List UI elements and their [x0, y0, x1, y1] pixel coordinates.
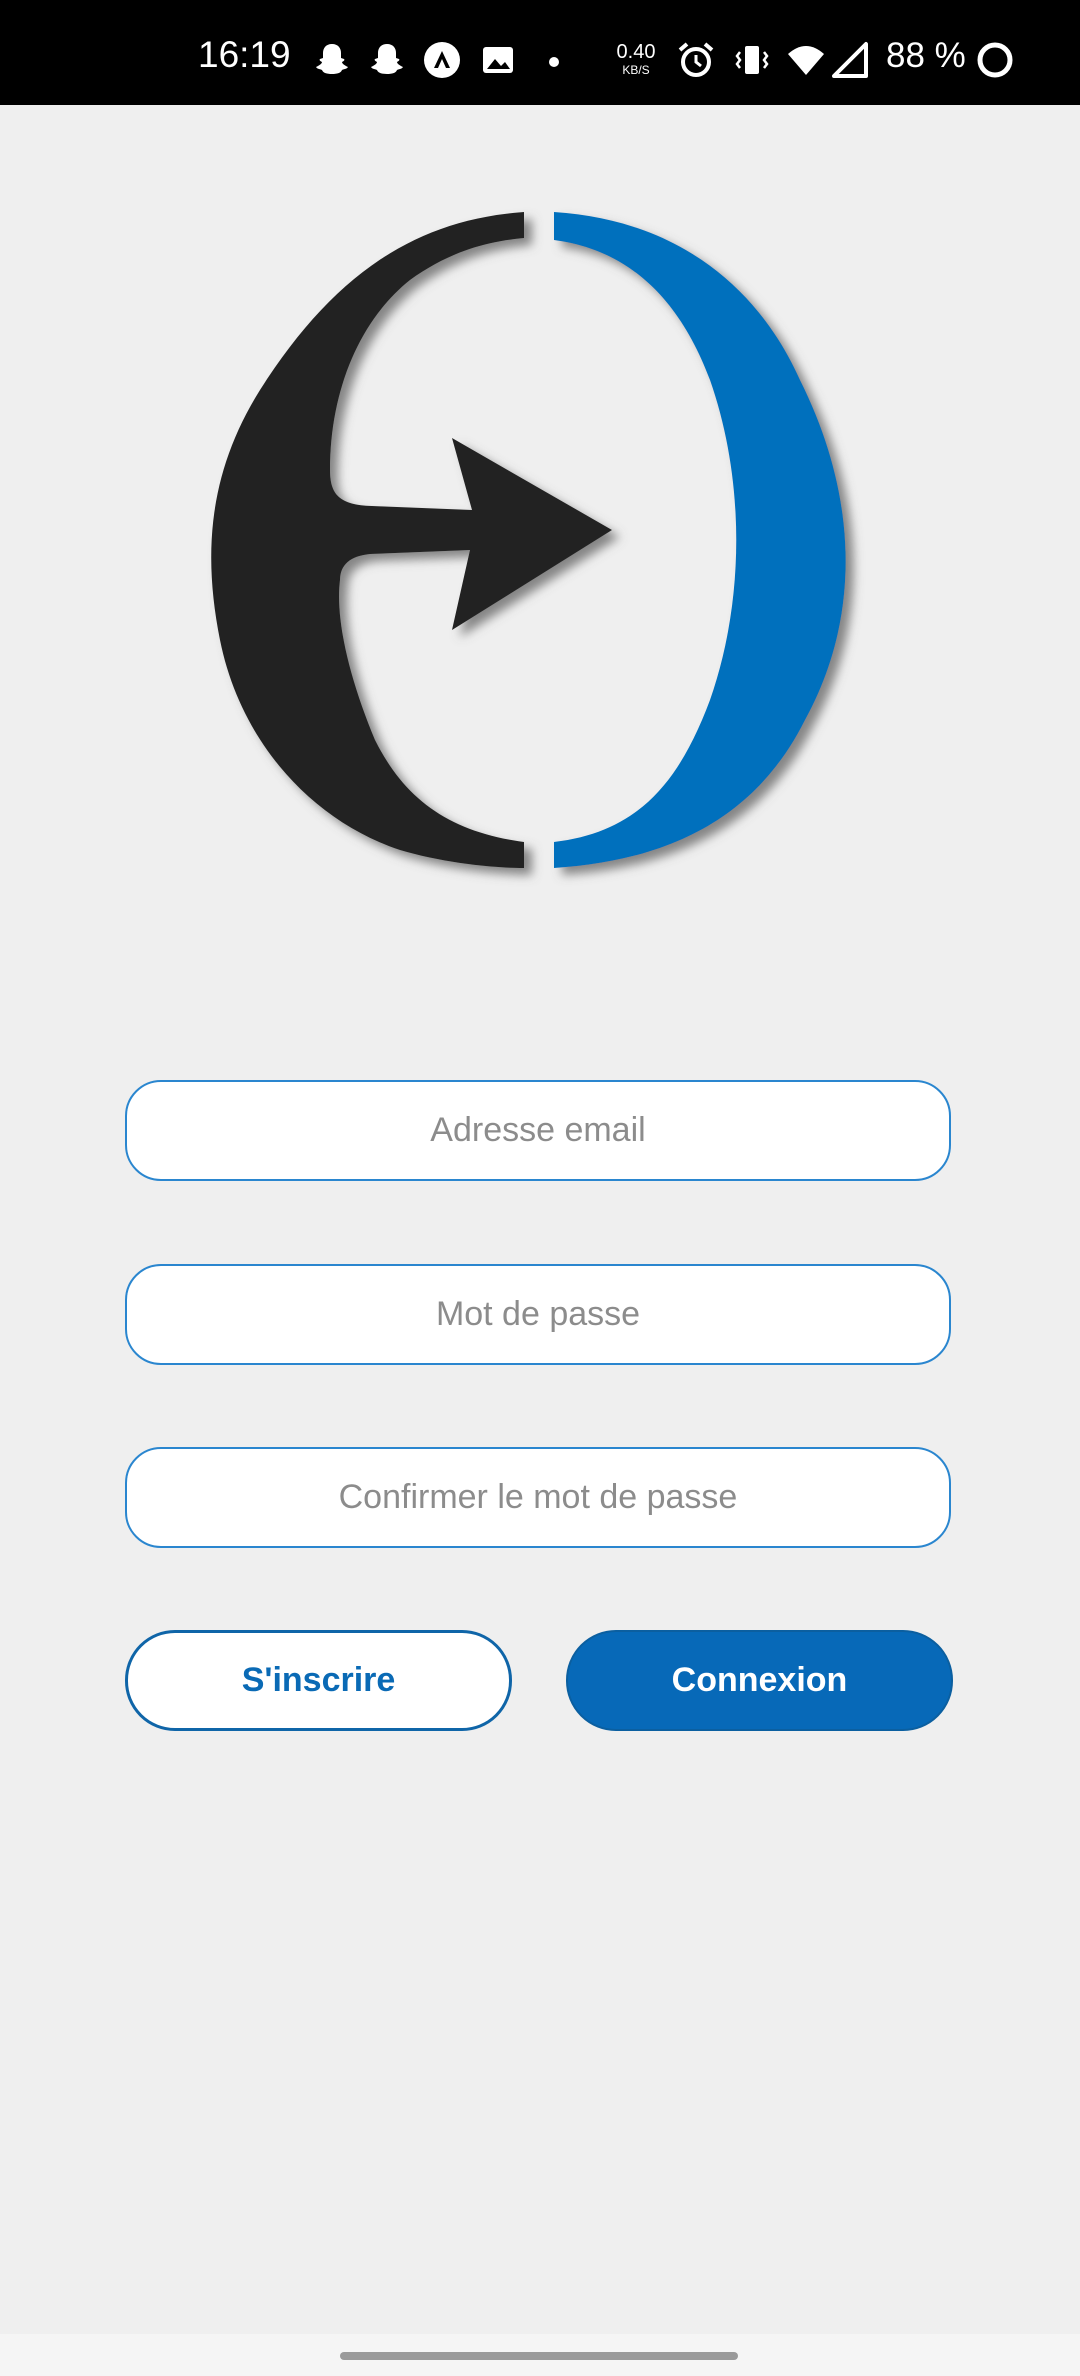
app-icon	[424, 42, 460, 78]
app-logo	[211, 212, 846, 868]
signal-icon	[832, 42, 868, 78]
login-button-label: Connexion	[671, 1661, 848, 1699]
alarm-icon	[678, 42, 714, 77]
battery-percent: 88 %	[886, 36, 966, 75]
home-gesture-handle[interactable]	[340, 2352, 738, 2360]
logo-right-half	[554, 212, 846, 868]
confirm-password-field[interactable]	[125, 1447, 951, 1548]
signup-button-label: S'inscrire	[241, 1661, 396, 1699]
vibrate-icon	[735, 46, 769, 74]
image-icon	[483, 47, 513, 73]
login-button[interactable]: Connexion	[566, 1630, 953, 1731]
dot-icon	[549, 57, 559, 67]
status-time: 16:19	[198, 34, 291, 75]
network-speed-unit: KB/S	[622, 63, 650, 77]
battery-ring-icon	[977, 42, 1013, 78]
snapchat-icon	[316, 44, 348, 74]
signup-button[interactable]: S'inscrire	[125, 1630, 512, 1731]
navigation-bar	[0, 2334, 1080, 2376]
network-speed: 0.40 KB/S	[612, 42, 660, 76]
password-field[interactable]	[125, 1264, 951, 1365]
status-bar: 16:19 0.40 KB/S 88 %	[0, 0, 1080, 105]
wifi-icon	[788, 46, 824, 75]
snapchat-icon	[371, 44, 403, 74]
logo-left-half	[211, 212, 612, 868]
network-speed-value: 0.40	[616, 41, 656, 63]
email-field[interactable]	[125, 1080, 951, 1181]
